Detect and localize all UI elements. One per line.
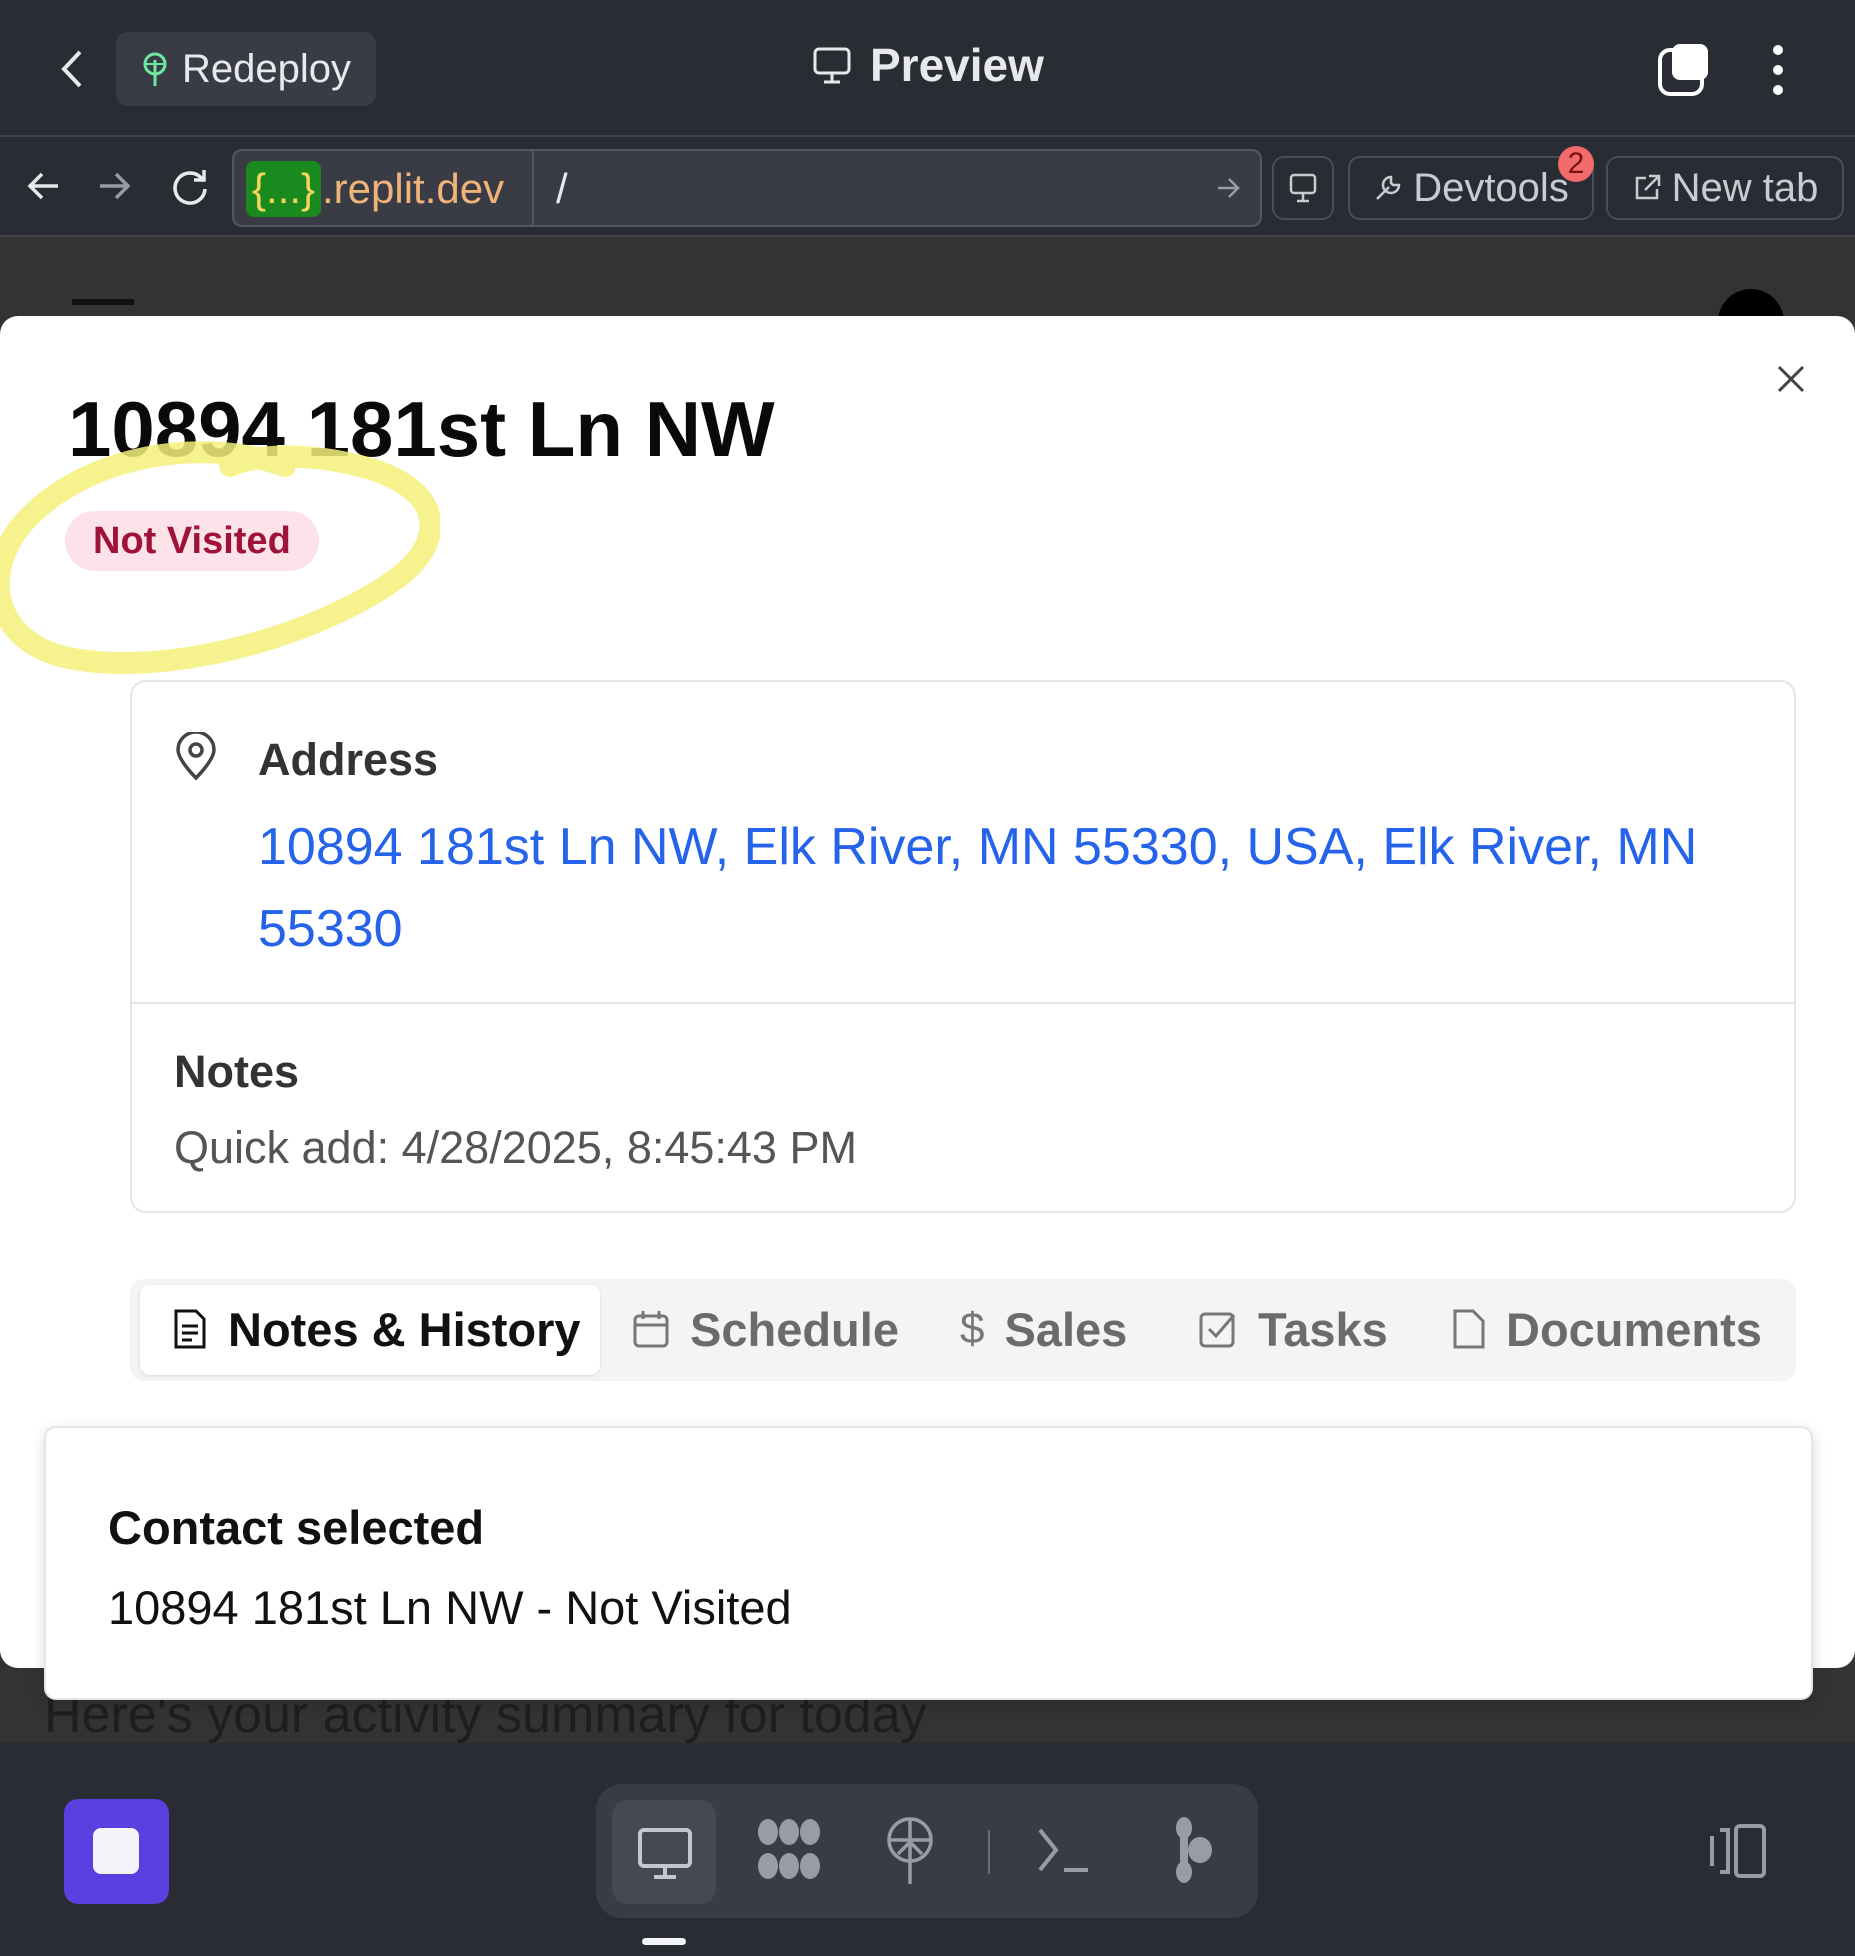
deploy-icon (143, 52, 167, 86)
address-link[interactable]: 10894 181st Ln NW, Elk River, MN 55330, … (258, 806, 1758, 970)
details-card: Address 10894 181st Ln NW, Elk River, MN… (130, 680, 1796, 1213)
go-arrow-icon[interactable] (1216, 175, 1242, 201)
tab-sales[interactable]: $ Sales (960, 1279, 1127, 1379)
calendar-icon (633, 1311, 669, 1348)
devtools-button[interactable]: Devtools 2 (1348, 146, 1594, 220)
document-icon (174, 1309, 206, 1349)
devtools-badge: 2 (1558, 146, 1594, 182)
card-divider (132, 1002, 1794, 1004)
device-toggle-button[interactable] (1272, 156, 1334, 220)
new-tab-button[interactable]: New tab (1606, 156, 1844, 220)
back-chevron-icon[interactable] (58, 48, 88, 90)
tab-bar: Notes & History Schedule $ Sales Tasks D… (130, 1279, 1796, 1381)
git-icon[interactable] (1170, 1816, 1220, 1886)
domain-text: .replit.dev (322, 165, 505, 212)
redeploy-button[interactable]: Redeploy (116, 32, 376, 106)
hamburger-icon (72, 299, 134, 305)
top-bar: Redeploy Preview (0, 0, 1855, 135)
path-text: / (556, 165, 568, 212)
checkbox-icon (1199, 1312, 1236, 1348)
reload-icon[interactable] (170, 167, 210, 207)
terminal-icon[interactable] (1036, 1826, 1092, 1876)
preview-title: Preview (812, 38, 1044, 92)
preview-dock-button[interactable] (612, 1800, 716, 1904)
home-indicator (642, 1938, 686, 1945)
tab-documents[interactable]: Documents (1452, 1279, 1762, 1379)
deploy-icon[interactable] (884, 1816, 936, 1886)
monitor-icon (638, 1828, 692, 1879)
stop-button[interactable] (64, 1799, 169, 1904)
dollar-icon: $ (960, 1304, 985, 1353)
layout-toggle-icon[interactable] (1708, 1822, 1772, 1880)
external-link-icon (1635, 174, 1660, 200)
workspace-icon[interactable] (756, 1816, 822, 1882)
address-label: Address (258, 734, 439, 785)
tab-tasks[interactable]: Tasks (1198, 1279, 1388, 1379)
redeploy-label: Redeploy (182, 46, 352, 91)
notes-value: Quick add: 4/28/2025, 8:45:43 PM (174, 1122, 857, 1173)
dock-divider (988, 1830, 990, 1874)
monitor-icon (813, 47, 851, 84)
more-menu-icon[interactable] (1768, 44, 1788, 96)
url-input[interactable]: {...} .replit.dev / (232, 149, 1262, 227)
monitor-icon (1289, 173, 1317, 203)
tab-schedule[interactable]: Schedule (632, 1279, 899, 1379)
notes-label: Notes (174, 1046, 300, 1097)
toast-notification: Contact selected 10894 181st Ln NW - Not… (44, 1426, 1813, 1700)
tab-notes-history[interactable]: Notes & History (172, 1279, 581, 1379)
wrench-icon (1376, 175, 1401, 200)
stop-icon (93, 1828, 139, 1874)
close-icon[interactable] (1776, 364, 1806, 394)
url-divider (532, 151, 534, 225)
browser-back-icon[interactable] (26, 171, 60, 201)
toast-title: Contact selected (108, 1501, 485, 1554)
browser-toolbar: {...} .replit.dev / Devtools 2 New tab (0, 135, 1855, 237)
tabs-icon[interactable] (1656, 40, 1712, 98)
browser-forward-icon[interactable] (98, 171, 132, 201)
map-pin-icon (176, 732, 216, 781)
domain-prefix: {...} (246, 161, 322, 217)
bottom-dock (596, 1784, 1258, 1918)
file-icon (1453, 1309, 1485, 1349)
toast-message: 10894 181st Ln NW - Not Visited (108, 1581, 792, 1634)
